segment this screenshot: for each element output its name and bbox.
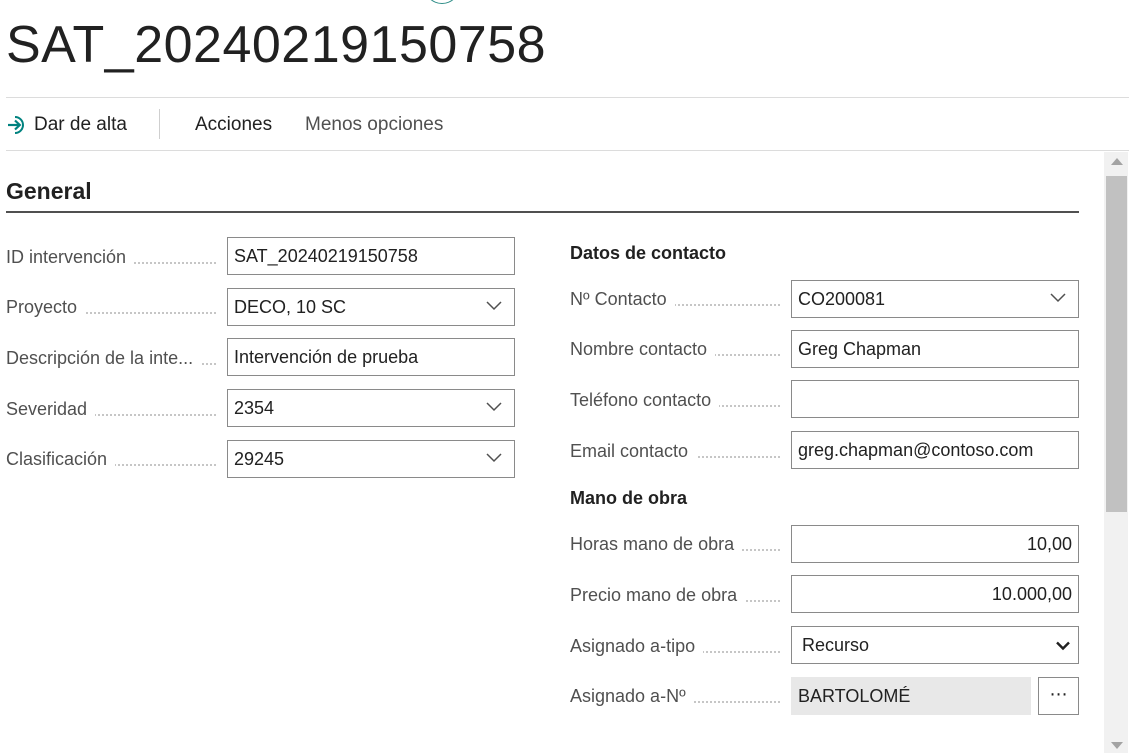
field-label-description: Descripción de la inte... bbox=[6, 339, 216, 377]
contact-phone-field[interactable] bbox=[791, 380, 1079, 418]
top-arc-decoration bbox=[424, 0, 460, 4]
field-label-intervention-id: ID intervención bbox=[6, 238, 216, 276]
field-label-contact-name: Nombre contacto bbox=[570, 330, 780, 368]
chevron-down-icon bbox=[486, 402, 502, 412]
chevron-down-icon bbox=[1050, 293, 1066, 303]
register-label: Dar de alta bbox=[34, 114, 127, 135]
contact-name-field[interactable]: Greg Chapman bbox=[791, 330, 1079, 368]
register-button[interactable]: Dar de alta bbox=[6, 113, 127, 137]
field-label-assigned-type: Asignado a-tipo bbox=[570, 627, 780, 665]
field-label-project: Proyecto bbox=[6, 288, 216, 326]
field-label-assigned-no: Asignado a-Nº bbox=[570, 677, 780, 715]
assigned-no-lookup-button[interactable]: ⋯ bbox=[1038, 677, 1079, 715]
contact-group-title: Datos de contacto bbox=[570, 243, 727, 263]
contact-email-field[interactable]: greg.chapman@contoso.com bbox=[791, 431, 1079, 469]
sign-in-arrow-icon bbox=[8, 116, 24, 134]
scroll-down-arrow-icon[interactable] bbox=[1111, 742, 1123, 749]
classification-dropdown[interactable]: 29245 bbox=[227, 440, 515, 478]
chevron-down-icon bbox=[1056, 641, 1070, 651]
chevron-down-icon bbox=[486, 301, 502, 311]
field-label-labor-hours: Horas mano de obra bbox=[570, 525, 780, 563]
action-bar: Dar de alta Acciones Menos opciones bbox=[0, 98, 1129, 150]
less-options-button[interactable]: Menos opciones bbox=[305, 113, 443, 137]
severity-dropdown[interactable]: 2354 bbox=[227, 389, 515, 427]
field-label-labor-price: Precio mano de obra bbox=[570, 576, 780, 614]
action-separator bbox=[159, 109, 160, 139]
scroll-up-arrow-icon[interactable] bbox=[1111, 158, 1123, 165]
field-label-contact-phone: Teléfono contacto bbox=[570, 381, 780, 419]
action-bar-divider bbox=[6, 150, 1129, 151]
section-divider bbox=[6, 211, 1079, 213]
contact-no-dropdown[interactable]: CO200081 bbox=[791, 280, 1079, 318]
labor-group-title: Mano de obra bbox=[570, 488, 688, 508]
field-label-classification: Clasificación bbox=[6, 440, 216, 478]
scrollbar-thumb[interactable] bbox=[1106, 176, 1127, 512]
page-title: SAT_20240219150758 bbox=[6, 16, 547, 74]
labor-hours-field[interactable]: 10,00 bbox=[791, 525, 1079, 563]
project-dropdown[interactable]: DECO, 10 SC bbox=[227, 288, 515, 326]
assigned-type-select[interactable]: Recurso bbox=[791, 626, 1079, 664]
assigned-no-field[interactable]: BARTOLOMÉ bbox=[791, 677, 1031, 715]
field-label-contact-email: Email contacto bbox=[570, 432, 780, 470]
field-label-contact-no: Nº Contacto bbox=[570, 280, 780, 318]
field-label-severity: Severidad bbox=[6, 390, 216, 428]
chevron-down-icon bbox=[486, 453, 502, 463]
labor-price-field[interactable]: 10.000,00 bbox=[791, 575, 1079, 613]
actions-button[interactable]: Acciones bbox=[195, 113, 272, 137]
intervention-id-field[interactable]: SAT_20240219150758 bbox=[227, 237, 515, 275]
section-title-general[interactable]: General bbox=[6, 178, 92, 205]
ellipsis-icon: ⋯ bbox=[1049, 684, 1068, 704]
description-field[interactable]: Intervención de prueba bbox=[227, 338, 515, 376]
